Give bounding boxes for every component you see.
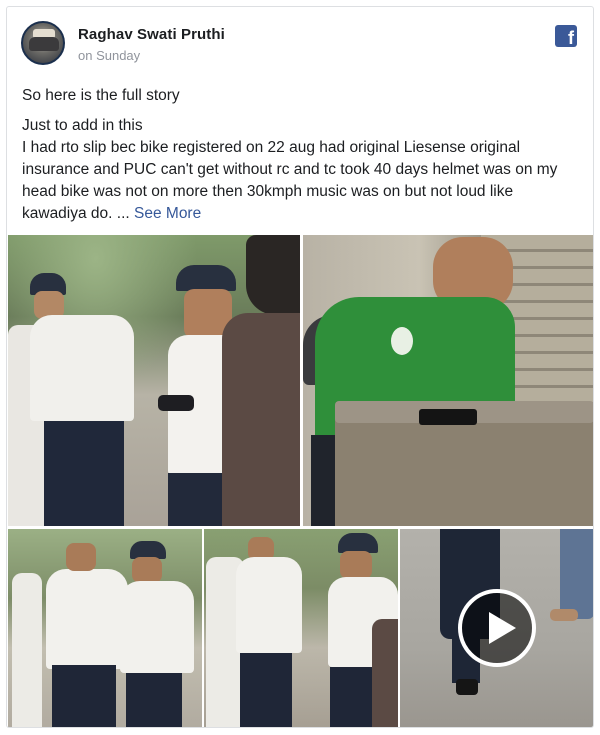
post-header: Raghav Swati Pruthi on Sunday f	[21, 21, 581, 69]
video-thumbnail[interactable]	[400, 529, 593, 727]
play-icon	[489, 612, 516, 644]
facebook-icon[interactable]: f	[555, 25, 577, 47]
post-card: Raghav Swati Pruthi on Sunday f So here …	[6, 6, 594, 728]
photo-man-green-shirt[interactable]	[303, 235, 593, 526]
author-name[interactable]: Raghav Swati Pruthi	[78, 26, 225, 43]
photo-officers-street[interactable]	[204, 529, 398, 727]
post-paragraph: Just to add in this I had rto slip bec bi…	[22, 115, 582, 225]
photo-officers[interactable]	[8, 235, 300, 526]
photo-grid	[7, 235, 593, 727]
post-timestamp[interactable]: on Sunday	[78, 48, 140, 63]
post-body: I had rto slip bec bike registered on 22…	[22, 139, 558, 222]
post-line: Just to add in this	[22, 117, 143, 134]
photo-officers-group[interactable]	[8, 529, 202, 727]
see-more-link[interactable]: See More	[134, 205, 201, 222]
post-text: So here is the full story Just to add in…	[22, 85, 582, 225]
post-paragraph: So here is the full story	[22, 87, 180, 104]
play-button[interactable]	[458, 589, 536, 667]
author-avatar[interactable]	[21, 21, 65, 65]
